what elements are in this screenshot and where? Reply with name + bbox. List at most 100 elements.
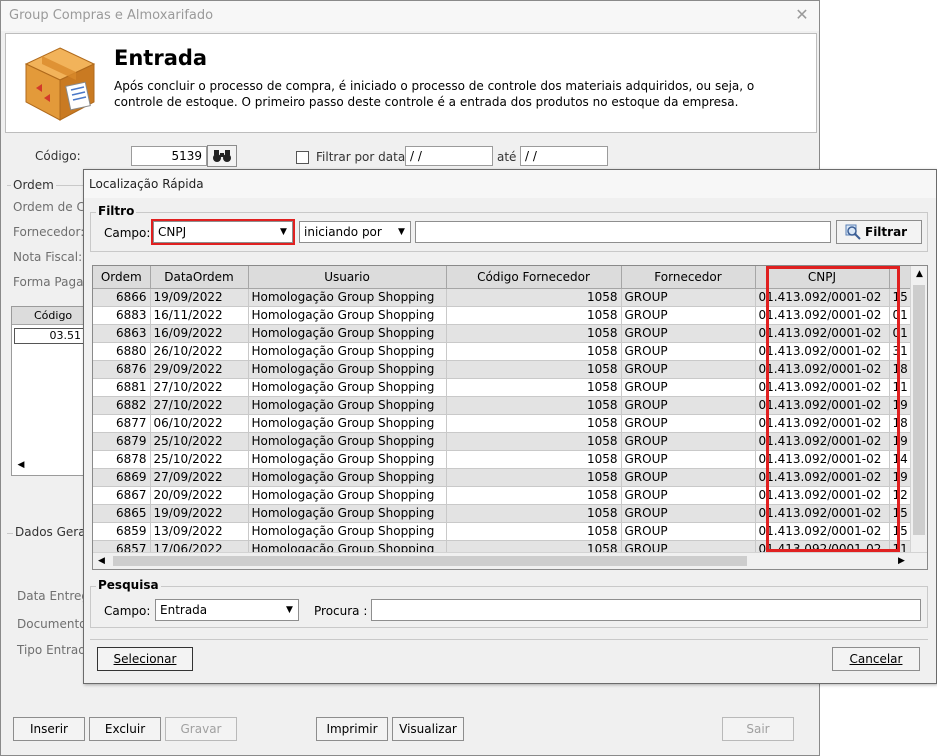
table-cell: GROUP — [621, 360, 756, 379]
filtro-text-input[interactable] — [415, 221, 831, 243]
table-row[interactable]: 6879 25/10/2022 Homologação Group Shopping… — [93, 432, 912, 451]
table-row[interactable]: 6878 25/10/2022 Homologação Group Shopping… — [93, 450, 912, 469]
table-cell: GROUP — [621, 342, 756, 361]
column-header[interactable] — [889, 266, 912, 289]
table-cell: 19 — [889, 468, 912, 487]
table-row[interactable]: 6883 16/11/2022 Homologação Group Shopping… — [93, 306, 912, 325]
table-cell: 1058 — [446, 486, 622, 505]
vertical-scroll-thumb[interactable] — [913, 285, 925, 535]
table-row[interactable]: 6859 13/09/2022 Homologação Group Shopping… — [93, 522, 912, 541]
table-cell: 01 — [889, 306, 912, 325]
table-cell: Homologação Group Shopping — [248, 342, 447, 361]
gravar-button[interactable]: Gravar — [165, 717, 237, 741]
column-header[interactable]: DataOrdem — [150, 266, 249, 289]
mini-grid-scroll-left-icon[interactable]: ◀ — [14, 457, 28, 473]
table-row[interactable]: 6869 27/09/2022 Homologação Group Shopping… — [93, 468, 912, 487]
filtrar-button[interactable]: Filtrar — [836, 220, 922, 244]
column-header[interactable]: CNPJ — [755, 266, 890, 289]
table-row[interactable]: 6882 27/10/2022 Homologação Group Shopping… — [93, 396, 912, 415]
table-cell: Homologação Group Shopping — [248, 450, 447, 469]
excluir-button[interactable]: Excluir — [89, 717, 161, 741]
horizontal-scroll-thumb[interactable] — [113, 556, 747, 566]
filter-date-checkbox[interactable] — [296, 151, 309, 164]
table-cell: Homologação Group Shopping — [248, 432, 447, 451]
visualizar-button[interactable]: Visualizar — [392, 717, 464, 741]
binoculars-button[interactable] — [207, 145, 237, 167]
mini-grid-cell[interactable]: 03.51 — [14, 328, 84, 344]
table-cell: 1058 — [446, 504, 622, 523]
table-row[interactable]: 6880 26/10/2022 Homologação Group Shopping… — [93, 342, 912, 361]
table-cell: 6881 — [93, 378, 151, 397]
scroll-right-icon[interactable]: ▶ — [893, 553, 910, 569]
column-header[interactable]: Usuario — [248, 266, 447, 289]
documento-label: Documento — [17, 617, 87, 631]
sair-button[interactable]: Sair — [722, 717, 794, 741]
scroll-left-icon[interactable]: ◀ — [93, 553, 110, 569]
table-cell: 01.413.092/0001-02 — [755, 522, 890, 541]
inserir-button[interactable]: Inserir — [13, 717, 85, 741]
table-cell: 01.413.092/0001-02 — [755, 306, 890, 325]
close-button[interactable]: ✕ — [793, 6, 811, 24]
table-row[interactable]: 6877 06/10/2022 Homologação Group Shopping… — [93, 414, 912, 433]
table-cell: 1058 — [446, 324, 622, 343]
dialog-divider — [90, 639, 928, 640]
header-panel: Entrada Após concluir o processo de comp… — [5, 33, 817, 133]
table-cell: 25/10/2022 — [150, 450, 249, 469]
cancelar-label: Cancelar — [849, 652, 903, 666]
table-cell: 6865 — [93, 504, 151, 523]
vertical-scrollbar[interactable]: ▲ — [910, 266, 927, 552]
filtro-campo-select[interactable]: CNPJ ▼ — [151, 219, 295, 245]
codigo-input[interactable]: 5139 — [131, 146, 207, 166]
ordem-legend: Ordem — [11, 178, 56, 192]
table-cell: 01.413.092/0001-02 — [755, 288, 890, 307]
horizontal-scrollbar[interactable]: ◀ ▶ — [93, 552, 927, 569]
filtro-campo-label: Campo: — [104, 226, 151, 240]
table-cell: Homologação Group Shopping — [248, 486, 447, 505]
column-header[interactable]: Fornecedor — [621, 266, 756, 289]
table-row[interactable]: 6863 16/09/2022 Homologação Group Shopping… — [93, 324, 912, 343]
table-cell: 27/09/2022 — [150, 468, 249, 487]
table-cell: GROUP — [621, 324, 756, 343]
filtro-operator-value: iniciando por — [304, 225, 382, 239]
table-cell: 6869 — [93, 468, 151, 487]
table-row[interactable]: 6876 29/09/2022 Homologação Group Shopping… — [93, 360, 912, 379]
page-description: Após concluir o processo de compra, é in… — [114, 79, 755, 109]
table-cell: 06/10/2022 — [150, 414, 249, 433]
table-cell: 6867 — [93, 486, 151, 505]
filtro-operator-select[interactable]: iniciando por ▼ — [299, 221, 411, 243]
binoculars-icon — [213, 150, 231, 162]
filter-date-label: Filtrar por data: — [316, 150, 410, 164]
filtro-campo-value: CNPJ — [158, 225, 187, 239]
dados-gerais-legend: Dados Gerai — [13, 525, 91, 539]
procura-input[interactable] — [371, 599, 921, 621]
scroll-up-icon[interactable]: ▲ — [911, 266, 927, 283]
selecionar-button[interactable]: Selecionar — [97, 647, 193, 671]
table-cell: 1058 — [446, 450, 622, 469]
selecionar-label: Selecionar — [113, 652, 177, 666]
table-row[interactable]: 6866 19/09/2022 Homologação Group Shopping… — [93, 288, 912, 307]
table-cell: Homologação Group Shopping — [248, 324, 447, 343]
results-grid: Ordem DataOrdem Usuario Código Fornecedor Fo… — [92, 265, 928, 570]
column-header[interactable]: Código Fornecedor — [446, 266, 622, 289]
table-cell: 16/11/2022 — [150, 306, 249, 325]
column-header[interactable]: Ordem — [93, 266, 151, 289]
table-row[interactable]: 6867 20/09/2022 Homologação Group Shopping… — [93, 486, 912, 505]
cancelar-button[interactable]: Cancelar — [832, 647, 920, 671]
table-cell: Homologação Group Shopping — [248, 522, 447, 541]
table-row[interactable]: 6881 27/10/2022 Homologação Group Shopping… — [93, 378, 912, 397]
table-row[interactable]: 6865 19/09/2022 Homologação Group Shopping… — [93, 504, 912, 523]
table-cell: 1058 — [446, 432, 622, 451]
date-from-input[interactable]: / / — [405, 146, 493, 166]
table-cell: 6879 — [93, 432, 151, 451]
imprimir-button[interactable]: Imprimir — [316, 717, 388, 741]
table-cell: 01.413.092/0001-02 — [755, 324, 890, 343]
table-cell: 1058 — [446, 378, 622, 397]
fornecedor-label: Fornecedor: — [13, 225, 85, 239]
box-icon — [24, 47, 96, 121]
pesquisa-campo-select[interactable]: Entrada ▼ — [155, 599, 299, 621]
pesquisa-legend: Pesquisa — [96, 578, 161, 592]
date-to-input[interactable]: / / — [520, 146, 608, 166]
chevron-down-icon: ▼ — [280, 227, 287, 237]
table-cell: GROUP — [621, 468, 756, 487]
table-cell: Homologação Group Shopping — [248, 306, 447, 325]
